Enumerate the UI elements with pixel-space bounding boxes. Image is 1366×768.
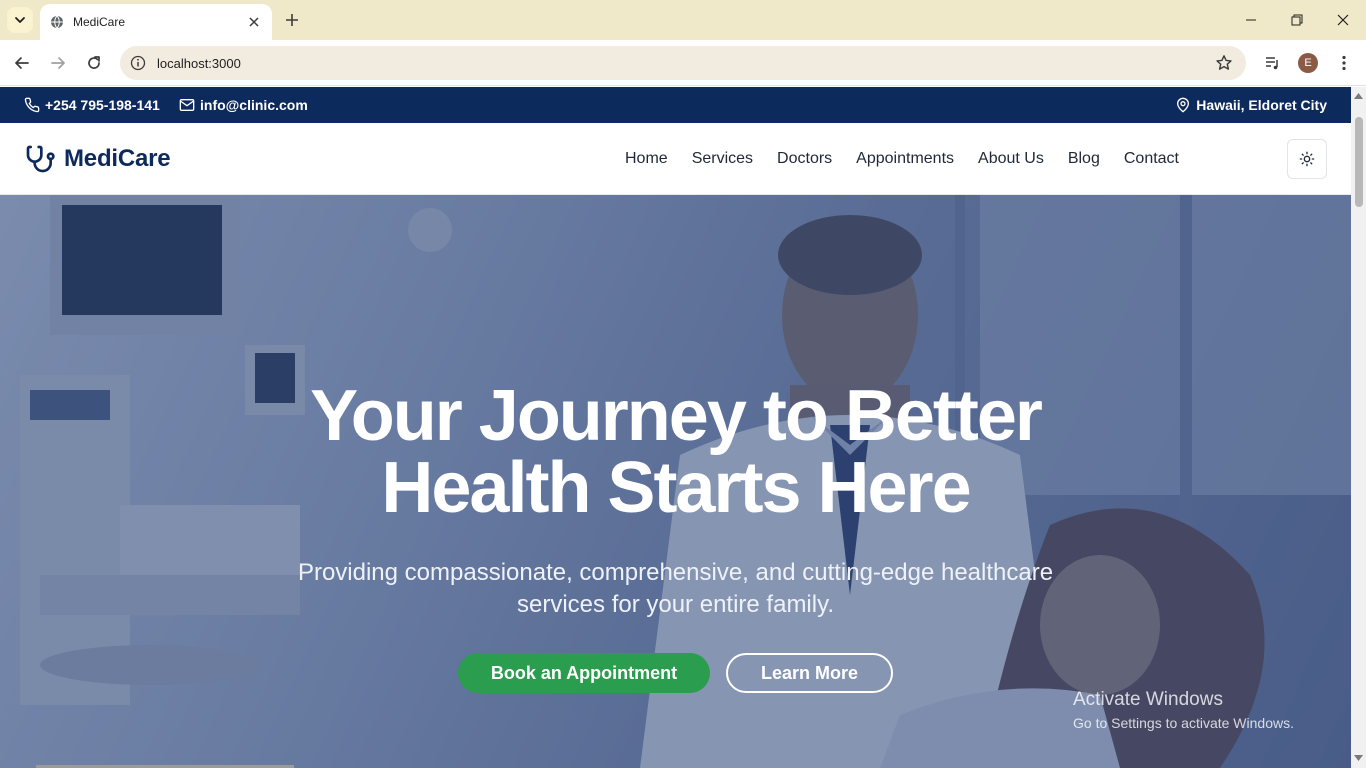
- brand-name: MediCare: [64, 145, 171, 172]
- nav-link-home[interactable]: Home: [625, 150, 668, 168]
- brand-logo[interactable]: MediCare: [24, 123, 171, 195]
- watermark-subtitle: Go to Settings to activate Windows.: [1073, 715, 1294, 731]
- learn-more-button[interactable]: Learn More: [726, 653, 893, 693]
- back-button[interactable]: [10, 51, 34, 75]
- phone-icon: [24, 97, 40, 113]
- nav-link-appointments[interactable]: Appointments: [856, 150, 954, 168]
- nav-link-services[interactable]: Services: [692, 150, 753, 168]
- browser-tabstrip: MediCare: [0, 0, 1366, 40]
- star-icon[interactable]: [1215, 54, 1233, 72]
- scroll-up-arrow-icon[interactable]: [1354, 91, 1363, 100]
- nav-links: Home Services Doctors Appointments About…: [625, 123, 1179, 195]
- topbar-phone[interactable]: +254 795-198-141: [24, 87, 160, 123]
- minimize-button[interactable]: [1228, 0, 1274, 40]
- close-window-icon: [1337, 14, 1349, 26]
- location-text: Hawaii, Eldoret City: [1196, 97, 1327, 113]
- browser-tab[interactable]: MediCare: [40, 4, 272, 40]
- hero-subtitle-line: services for your entire family.: [517, 591, 834, 618]
- tab-title: MediCare: [73, 15, 126, 29]
- avatar[interactable]: E: [1298, 53, 1318, 73]
- scrollbar-thumb[interactable]: [1355, 117, 1363, 207]
- hero-section: Your Journey to Better Health Starts Her…: [0, 195, 1351, 768]
- contact-topbar: +254 795-198-141 info@clinic.com Hawaii,…: [0, 87, 1351, 123]
- new-tab-button[interactable]: [282, 10, 302, 30]
- kebab-menu-icon: [1342, 55, 1346, 71]
- close-window-button[interactable]: [1320, 0, 1366, 40]
- nav-link-blog[interactable]: Blog: [1068, 150, 1100, 168]
- plus-icon: [286, 14, 298, 26]
- hero-content: Your Journey to Better Health Starts Her…: [0, 195, 1351, 768]
- page-viewport: +254 795-198-141 info@clinic.com Hawaii,…: [0, 87, 1351, 768]
- phone-number: +254 795-198-141: [45, 97, 160, 113]
- nav-link-about-us[interactable]: About Us: [978, 150, 1044, 168]
- nav-link-contact[interactable]: Contact: [1124, 150, 1179, 168]
- url-text[interactable]: localhost:3000: [157, 56, 1215, 71]
- email-address: info@clinic.com: [200, 97, 308, 113]
- hero-title-line: Your Journey to Better: [310, 376, 1043, 456]
- hero-subtitle-line: Providing compassionate, comprehensive, …: [297, 559, 1054, 586]
- globe-icon: [50, 15, 64, 29]
- media-button[interactable]: [1260, 51, 1284, 75]
- hero-title-line: Health Starts Here: [381, 448, 971, 528]
- media-icon: [1266, 57, 1278, 70]
- hero-title: Your Journey to Better Health Starts Her…: [0, 380, 1351, 524]
- mail-icon: [179, 99, 195, 111]
- scroll-down-arrow-icon[interactable]: [1354, 753, 1363, 762]
- watermark-title: Activate Windows: [1073, 689, 1223, 710]
- sun-icon: [1299, 151, 1315, 167]
- reload-icon: [88, 56, 100, 69]
- back-icon: [15, 57, 29, 69]
- browser-menu-button[interactable]: [1332, 51, 1356, 75]
- restore-button[interactable]: [1274, 0, 1320, 40]
- vertical-scrollbar[interactable]: [1351, 87, 1366, 768]
- info-icon[interactable]: [130, 55, 146, 71]
- nav-link-doctors[interactable]: Doctors: [777, 150, 832, 168]
- forward-icon: [51, 57, 65, 69]
- restore-icon: [1291, 14, 1303, 26]
- close-icon[interactable]: [246, 14, 262, 30]
- topbar-email[interactable]: info@clinic.com: [179, 87, 308, 123]
- hero-subtitle: Providing compassionate, comprehensive, …: [0, 557, 1351, 621]
- forward-button[interactable]: [46, 51, 70, 75]
- address-bar[interactable]: localhost:3000: [120, 46, 1246, 80]
- reload-button[interactable]: [82, 51, 106, 75]
- windows-activation-watermark: Activate Windows Go to Settings to activ…: [1073, 689, 1294, 731]
- main-navbar: MediCare Home Services Doctors Appointme…: [0, 123, 1351, 195]
- theme-toggle-button[interactable]: [1287, 139, 1327, 179]
- chevron-down-icon: [15, 17, 25, 23]
- tab-search-button[interactable]: [7, 7, 33, 33]
- book-appointment-button[interactable]: Book an Appointment: [458, 653, 710, 693]
- topbar-location: Hawaii, Eldoret City: [1175, 87, 1327, 123]
- map-pin-icon: [1177, 97, 1190, 113]
- minimize-icon: [1246, 19, 1256, 21]
- browser-toolbar: localhost:3000 E: [0, 40, 1366, 86]
- hero-buttons: Book an Appointment Learn More: [0, 653, 1351, 693]
- stethoscope-icon: [26, 145, 55, 173]
